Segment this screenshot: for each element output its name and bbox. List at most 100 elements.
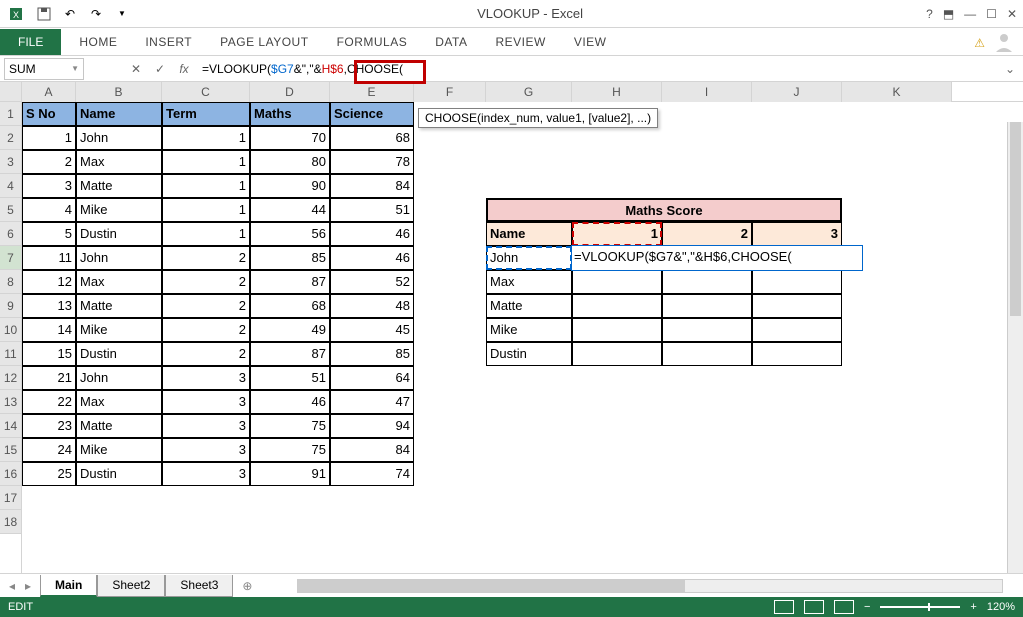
cell-B13[interactable]: Max <box>76 390 162 414</box>
cell-A14[interactable]: 23 <box>22 414 76 438</box>
col-header-G[interactable]: G <box>486 82 572 102</box>
hscroll-thumb[interactable] <box>298 580 685 592</box>
cell-D14[interactable]: 75 <box>250 414 330 438</box>
tab-nav-next-icon[interactable]: ▸ <box>20 579 36 593</box>
cell-E4[interactable]: 84 <box>330 174 414 198</box>
cell-B16[interactable]: Dustin <box>76 462 162 486</box>
cell-D15[interactable]: 75 <box>250 438 330 462</box>
fx-icon[interactable]: fx <box>172 62 196 76</box>
col-header-D[interactable]: D <box>250 82 330 102</box>
cell-D9[interactable]: 68 <box>250 294 330 318</box>
vscroll-thumb[interactable] <box>1010 122 1021 316</box>
cell-C13[interactable]: 3 <box>162 390 250 414</box>
cell-A13[interactable]: 22 <box>22 390 76 414</box>
row-header-14[interactable]: 14 <box>0 414 21 438</box>
cell-E12[interactable]: 64 <box>330 366 414 390</box>
help-icon[interactable]: ? <box>926 7 933 21</box>
cell-E14[interactable]: 94 <box>330 414 414 438</box>
row-header-16[interactable]: 16 <box>0 462 21 486</box>
cell-C1[interactable]: Term <box>162 102 250 126</box>
col-header-B[interactable]: B <box>76 82 162 102</box>
cell-G11[interactable]: Dustin <box>486 342 572 366</box>
row-header-18[interactable]: 18 <box>0 510 21 534</box>
cell-E8[interactable]: 52 <box>330 270 414 294</box>
row-header-3[interactable]: 3 <box>0 150 21 174</box>
zoom-level[interactable]: 120% <box>987 601 1015 613</box>
ribbon-display-icon[interactable]: ⬒ <box>943 7 954 21</box>
cell-G7[interactable]: John <box>486 246 572 270</box>
cell-A12[interactable]: 21 <box>22 366 76 390</box>
cell-A10[interactable]: 14 <box>22 318 76 342</box>
cell-C16[interactable]: 3 <box>162 462 250 486</box>
cell-B7[interactable]: John <box>76 246 162 270</box>
cell-E13[interactable]: 47 <box>330 390 414 414</box>
cell-B4[interactable]: Matte <box>76 174 162 198</box>
cell-C8[interactable]: 2 <box>162 270 250 294</box>
horizontal-scrollbar[interactable] <box>297 579 1003 593</box>
cell-I8[interactable] <box>662 270 752 294</box>
cell-B1[interactable]: Name <box>76 102 162 126</box>
row-header-4[interactable]: 4 <box>0 174 21 198</box>
cell-B14[interactable]: Matte <box>76 414 162 438</box>
cell-B11[interactable]: Dustin <box>76 342 162 366</box>
cell-J10[interactable] <box>752 318 842 342</box>
cell-A3[interactable]: 2 <box>22 150 76 174</box>
cell-D6[interactable]: 56 <box>250 222 330 246</box>
cell-I6[interactable]: 2 <box>662 222 752 246</box>
cell-D1[interactable]: Maths <box>250 102 330 126</box>
cell-D11[interactable]: 87 <box>250 342 330 366</box>
cell-A1[interactable]: S No <box>22 102 76 126</box>
cell-D7[interactable]: 85 <box>250 246 330 270</box>
cell-A4[interactable]: 3 <box>22 174 76 198</box>
ribbon-tab-view[interactable]: VIEW <box>560 29 621 55</box>
cell-D10[interactable]: 49 <box>250 318 330 342</box>
redo-icon[interactable]: ↷ <box>84 3 108 25</box>
row-header-1[interactable]: 1 <box>0 102 21 126</box>
cell-B8[interactable]: Max <box>76 270 162 294</box>
col-header-E[interactable]: E <box>330 82 414 102</box>
vertical-scrollbar[interactable] <box>1007 122 1023 606</box>
cell-H9[interactable] <box>572 294 662 318</box>
cell-J8[interactable] <box>752 270 842 294</box>
ribbon-tab-insert[interactable]: INSERT <box>131 29 206 55</box>
cell-B6[interactable]: Dustin <box>76 222 162 246</box>
cell-A8[interactable]: 12 <box>22 270 76 294</box>
formula-input[interactable]: =VLOOKUP( $G7 &","& H$6 ,CHOOSE( <box>196 62 1001 76</box>
minimize-icon[interactable]: — <box>964 7 976 21</box>
page-layout-view-icon[interactable] <box>804 600 824 614</box>
cell-D16[interactable]: 91 <box>250 462 330 486</box>
row-header-17[interactable]: 17 <box>0 486 21 510</box>
col-header-C[interactable]: C <box>162 82 250 102</box>
sheet-tab-sheet3[interactable]: Sheet3 <box>165 575 233 597</box>
qat-dropdown-icon[interactable]: ▼ <box>110 3 134 25</box>
cell-C9[interactable]: 2 <box>162 294 250 318</box>
cell-J9[interactable] <box>752 294 842 318</box>
row-header-6[interactable]: 6 <box>0 222 21 246</box>
cell-C5[interactable]: 1 <box>162 198 250 222</box>
cell-D3[interactable]: 80 <box>250 150 330 174</box>
cell-G9[interactable]: Matte <box>486 294 572 318</box>
col-header-K[interactable]: K <box>842 82 952 102</box>
row-header-9[interactable]: 9 <box>0 294 21 318</box>
row-header-10[interactable]: 10 <box>0 318 21 342</box>
editing-cell-H7[interactable]: =VLOOKUP($G7&","&H$6,CHOOSE( <box>572 246 862 270</box>
cell-C15[interactable]: 3 <box>162 438 250 462</box>
cell-H8[interactable] <box>572 270 662 294</box>
cell-E10[interactable]: 45 <box>330 318 414 342</box>
cell-B12[interactable]: John <box>76 366 162 390</box>
enter-formula-icon[interactable]: ✓ <box>148 62 172 76</box>
cell-J11[interactable] <box>752 342 842 366</box>
cell-D13[interactable]: 46 <box>250 390 330 414</box>
cell-C2[interactable]: 1 <box>162 126 250 150</box>
row-header-15[interactable]: 15 <box>0 438 21 462</box>
cell-D4[interactable]: 90 <box>250 174 330 198</box>
cell-C11[interactable]: 2 <box>162 342 250 366</box>
cell-E2[interactable]: 68 <box>330 126 414 150</box>
zoom-in-icon[interactable]: + <box>970 601 976 613</box>
close-icon[interactable]: ✕ <box>1007 7 1017 21</box>
zoom-out-icon[interactable]: − <box>864 601 870 613</box>
undo-icon[interactable]: ↶ <box>58 3 82 25</box>
col-header-F[interactable]: F <box>414 82 486 102</box>
row-header-2[interactable]: 2 <box>0 126 21 150</box>
cell-G10[interactable]: Mike <box>486 318 572 342</box>
